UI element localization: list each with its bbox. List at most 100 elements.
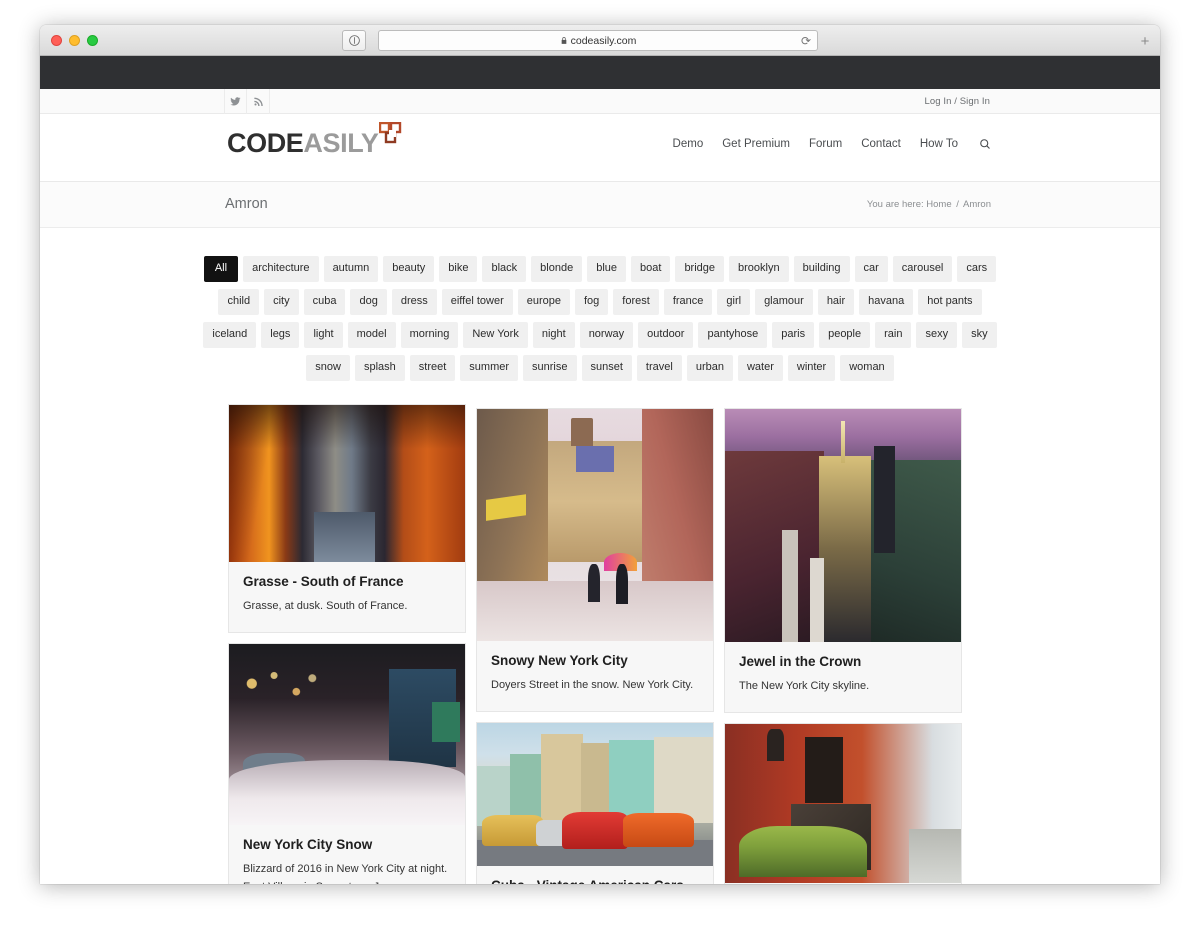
gallery-card-snowy-nyc[interactable]: Snowy New York City Doyers Street in the… [476,408,714,712]
filter-tag-glamour[interactable]: glamour [755,289,813,315]
login-signin-link[interactable]: Log In / Sign In [924,96,990,107]
gallery-card-cuba[interactable]: Cuba - Vintage American Cars Havana, Cub… [476,722,714,884]
gallery-card-grasse[interactable]: Grasse - South of France Grasse, at dusk… [228,404,466,633]
filter-tag-boat[interactable]: boat [631,256,671,282]
breadcrumb-separator: / [956,199,959,210]
site-logo[interactable]: CODEASILY [227,121,403,158]
filter-tag-urban[interactable]: urban [686,355,733,381]
filter-tag-iceland[interactable]: iceland [203,322,257,348]
filter-tag-bridge[interactable]: bridge [675,256,725,282]
gallery-card-jewel[interactable]: Jewel in the Crown The New York City sky… [724,408,962,713]
breadcrumb-prefix: You are here: [866,199,924,210]
filter-tag-sunrise[interactable]: sunrise [523,355,577,381]
maximize-window-button[interactable] [87,35,98,46]
close-window-button[interactable] [51,35,62,46]
filter-tag-brooklyn[interactable]: brooklyn [729,256,789,282]
filter-tag-paris[interactable]: paris [772,322,815,348]
filter-tag-rain[interactable]: rain [875,322,912,348]
logo-mark-icon [379,121,403,151]
breadcrumb-home[interactable]: Home [926,199,951,210]
filter-tag-sunset[interactable]: sunset [581,355,632,381]
nav-item-contact[interactable]: Contact [861,138,901,150]
filter-tag-black[interactable]: black [482,256,527,282]
page-title-bar: Amron You are here: Home / Amron [40,182,1160,228]
filter-tag-architecture[interactable]: architecture [243,256,319,282]
logo-text-primary: CODE [227,128,304,158]
filter-tag-building[interactable]: building [793,256,850,282]
rss-icon[interactable] [247,89,270,114]
reload-icon[interactable]: ⟳ [801,35,811,47]
filter-tag-autumn[interactable]: autumn [323,256,379,282]
filter-tag-hair[interactable]: hair [817,289,855,315]
filter-tag-forest[interactable]: forest [613,289,659,315]
shield-icon[interactable] [342,30,366,51]
brooklyn-rainy-day-photo[interactable] [725,724,961,883]
filter-tag-beauty[interactable]: beauty [383,256,435,282]
nyc-skyline-photo[interactable] [725,409,961,642]
card-title: Jewel in the Crown [739,654,862,669]
filter-tag-fog[interactable]: fog [575,289,609,315]
card-description: Blizzard of 2016 in New York City at nig… [243,863,448,884]
filter-row-2: child city cuba dog dress eiffel tower e… [40,289,1160,315]
filter-tag-havana[interactable]: havana [859,289,914,315]
card-title: Snowy New York City [491,653,628,668]
gallery-column-1: Grasse - South of France Grasse, at dusk… [228,404,466,884]
filter-tag-cuba[interactable]: cuba [303,289,346,315]
filter-tag-all[interactable]: All [203,256,239,282]
filter-tag-light[interactable]: light [304,322,343,348]
card-body: Rainy Day Brooklyn on a rainy day in New… [725,883,961,884]
breadcrumb: You are here: Home / Amron [867,199,991,210]
filter-tag-legs[interactable]: legs [261,322,300,348]
filter-tag-night[interactable]: night [532,322,575,348]
minimize-window-button[interactable] [69,35,80,46]
filter-tag-morning[interactable]: morning [400,322,459,348]
filter-tag-france[interactable]: france [663,289,713,315]
filter-tag-eiffel-tower[interactable]: eiffel tower [441,289,513,315]
filter-tag-travel[interactable]: travel [636,355,682,381]
nav-item-demo[interactable]: Demo [673,138,704,150]
filter-tag-people[interactable]: people [819,322,871,348]
filter-tag-bike[interactable]: bike [439,256,478,282]
cuba-vintage-cars-photo[interactable] [477,723,713,866]
filter-tag-dog[interactable]: dog [350,289,387,315]
filter-tag-summer[interactable]: summer [460,355,519,381]
new-tab-button[interactable]: + [1136,32,1154,50]
twitter-icon[interactable] [224,89,247,114]
filter-tag-car[interactable]: car [854,256,888,282]
card-body: New York City Snow Blizzard of 2016 in N… [229,825,465,884]
nav-item-how-to[interactable]: How To [920,138,958,150]
filter-tag-splash[interactable]: splash [354,355,405,381]
search-icon[interactable] [979,138,991,150]
filter-tag-city[interactable]: city [264,289,299,315]
filter-tag-carousel[interactable]: carousel [892,256,953,282]
filter-tag-dress[interactable]: dress [391,289,437,315]
filter-tag-cars[interactable]: cars [957,256,997,282]
filter-tag-outdoor[interactable]: outdoor [638,322,694,348]
gallery-card-nyc-snow[interactable]: New York City Snow Blizzard of 2016 in N… [228,643,466,884]
filter-tag-winter[interactable]: winter [787,355,836,381]
filter-tag-woman[interactable]: woman [840,355,894,381]
filter-tag-snow[interactable]: snow [306,355,350,381]
filter-tag-sky[interactable]: sky [962,322,997,348]
filter-tag-street[interactable]: street [409,355,456,381]
filter-tag-europe[interactable]: europe [517,289,570,315]
doyers-street-snow-photo[interactable] [477,409,713,641]
nav-item-forum[interactable]: Forum [809,138,842,150]
filter-tag-norway[interactable]: norway [579,322,634,348]
filter-tag-hot-pants[interactable]: hot pants [918,289,982,315]
grasse-alley-photo[interactable] [229,405,465,562]
filter-tag-sexy[interactable]: sexy [916,322,958,348]
filter-tag-child[interactable]: child [218,289,260,315]
filter-tag-blue[interactable]: blue [587,256,627,282]
filter-tag-water[interactable]: water [737,355,783,381]
nav-item-get-premium[interactable]: Get Premium [722,138,790,150]
nyc-snow-night-photo[interactable] [229,644,465,825]
filter-tag-pantyhose[interactable]: pantyhose [698,322,768,348]
site-header: CODEASILY Demo Get Premium Forum Contact… [40,114,1160,182]
filter-tag-blonde[interactable]: blonde [531,256,583,282]
filter-tag-girl[interactable]: girl [717,289,751,315]
filter-tag-model[interactable]: model [347,322,396,348]
gallery-card-rainy-day[interactable]: Rainy Day Brooklyn on a rainy day in New… [724,723,962,884]
filter-tag-new-york[interactable]: New York [463,322,528,348]
address-bar[interactable]: codeasily.com ⟳ [378,30,818,51]
